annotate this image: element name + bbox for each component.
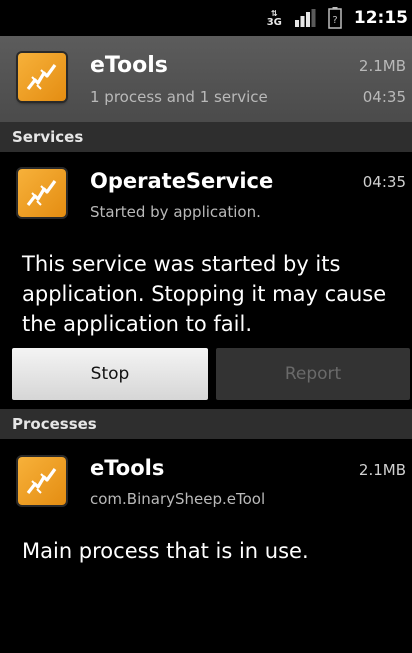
status-bar: ⇅ 3G ? 12:15 [0,0,412,36]
app-running-time: 04:35 [362,88,406,106]
service-name: OperateService [90,169,274,193]
service-description: This service was started by its applicat… [22,252,387,336]
app-name: eTools [90,53,168,78]
section-header-processes: Processes [0,409,412,439]
etools-app-icon [18,169,66,217]
report-button[interactable]: Report [216,348,410,400]
etools-app-icon [18,53,66,101]
stop-button[interactable]: Stop [12,348,208,400]
app-size: 2.1MB [358,57,406,75]
process-package: com.BinarySheep.eTool [90,490,266,508]
battery-unknown-icon: ? [328,7,342,29]
process-name: eTools [90,456,165,480]
status-clock: 12:15 [353,8,408,28]
service-running-time: 04:35 [362,173,406,191]
network-type-label: 3G [266,17,282,28]
etools-app-icon [18,457,66,505]
section-header-services: Services [0,122,412,152]
process-description: Main process that is in use. [22,539,309,563]
app-summary: 1 process and 1 service [90,88,268,106]
svg-text:?: ? [332,15,337,26]
data-activity-icon: ⇅ 3G [266,9,282,28]
app-header: eTools 1 process and 1 service 2.1MB 04:… [0,36,412,123]
signal-strength-icon [294,9,316,27]
service-subtitle: Started by application. [90,203,261,221]
process-size: 2.1MB [358,461,406,479]
